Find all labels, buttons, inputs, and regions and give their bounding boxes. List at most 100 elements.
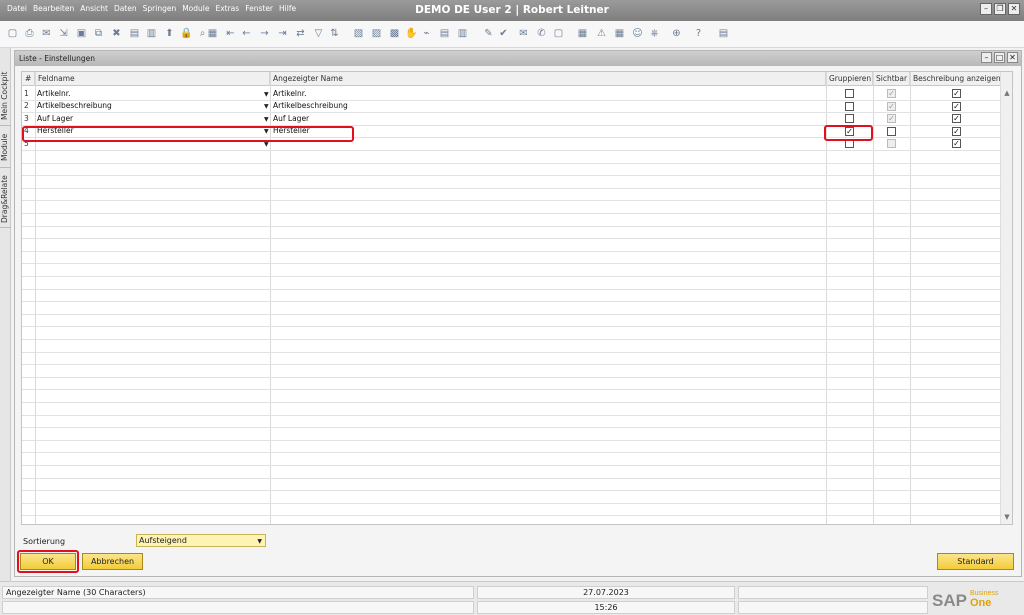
page-icon[interactable]: ▥ (145, 27, 158, 40)
group-checkbox[interactable] (845, 101, 854, 111)
row-number: 1 (24, 88, 29, 98)
row-divider (22, 452, 1002, 454)
calendar-icon[interactable]: ▦ (576, 27, 589, 40)
target-document-icon[interactable]: ▨ (370, 27, 383, 40)
close-icon[interactable]: ✕ (1008, 3, 1020, 15)
document-icon[interactable]: ▤ (128, 27, 141, 40)
visible-checkbox: ✓ (887, 89, 896, 98)
col-header-display[interactable]: Angezeigter Name (270, 72, 826, 86)
row-divider (22, 351, 1002, 353)
up-arrow-icon[interactable]: ⬆ (163, 27, 176, 40)
save-icon[interactable]: ▣ (75, 27, 88, 40)
visible-checkbox[interactable] (887, 126, 896, 136)
new-document-icon[interactable]: ▢ (6, 27, 19, 40)
alert-icon[interactable]: ⚠ (595, 27, 608, 40)
row-number: 2 (24, 101, 29, 111)
sort-label: Sortierung (23, 537, 66, 546)
message-icon[interactable]: ✉ (517, 27, 530, 40)
chart-icon[interactable]: ⌁ (420, 27, 433, 40)
description-checkbox[interactable]: ✓ (952, 89, 961, 98)
copy-icon[interactable]: ⧉ (92, 27, 105, 40)
description-checkbox[interactable]: ✓ (952, 101, 961, 111)
cancel-button[interactable]: Abbrechen (82, 553, 143, 570)
chevron-down-icon[interactable]: ▼ (264, 91, 269, 98)
form-settings-icon[interactable]: ▤ (717, 27, 730, 40)
settings-grid-icon[interactable]: ▦ (613, 27, 626, 40)
chevron-down-icon[interactable]: ▼ (264, 103, 269, 110)
web-icon[interactable]: ⊕ (670, 27, 683, 40)
sort-select[interactable]: Aufsteigend ▼ (136, 534, 266, 547)
field-name-cell[interactable]: Artikelbeschreibung (37, 100, 112, 112)
display-name-cell[interactable]: Auf Lager (273, 113, 309, 125)
previous-record-icon[interactable]: ← (240, 27, 253, 40)
col-header-field[interactable]: Feldname (35, 72, 270, 86)
scroll-down-icon[interactable]: ▼ (1002, 512, 1012, 522)
gross-profit-icon[interactable]: ▩ (388, 27, 401, 40)
restore-icon[interactable]: ❐ (994, 3, 1006, 15)
side-tab-cockpit[interactable]: Mein Cockpit (0, 66, 11, 126)
scroll-up-icon[interactable]: ▲ (1002, 88, 1012, 98)
group-checkbox[interactable] (845, 89, 854, 98)
minimize-icon[interactable]: – (981, 52, 992, 63)
row-divider (22, 288, 1002, 290)
export-icon[interactable]: ⇲ (57, 27, 70, 40)
minimize-icon[interactable]: – (980, 3, 992, 15)
org-icon[interactable]: ⎈ (648, 27, 661, 40)
hand-icon[interactable]: ✋ (405, 27, 418, 40)
row-divider (22, 313, 1002, 315)
row-divider (22, 250, 1002, 252)
sort-icon[interactable]: ⇅ (328, 27, 341, 40)
row-divider (22, 99, 1002, 101)
side-tab-drag-relate[interactable]: Drag&Relate (0, 172, 11, 228)
row-divider (22, 301, 1002, 303)
field-name-cell[interactable]: Artikelnr. (37, 88, 71, 100)
highlight-group-checkbox (824, 125, 873, 141)
chevron-down-icon: ▼ (257, 538, 262, 545)
display-name-cell[interactable]: Artikelnr. (273, 88, 307, 100)
row-divider (22, 150, 1002, 151)
sort-value: Aufsteigend (139, 536, 187, 545)
close-icon[interactable]: ✕ (1007, 52, 1018, 63)
status-date: 27.07.2023 (477, 586, 735, 599)
row-divider (22, 376, 1002, 378)
box-icon[interactable]: ▢ (552, 27, 565, 40)
edit-icon[interactable]: ✎ (482, 27, 495, 40)
lock-icon[interactable]: 🔒 (180, 27, 193, 40)
chevron-down-icon[interactable]: ▼ (264, 116, 269, 123)
vertical-scrollbar[interactable]: ▲ ▼ (1000, 72, 1012, 524)
row-divider (22, 502, 1002, 504)
side-tab-module[interactable]: Module (0, 128, 11, 168)
description-checkbox[interactable]: ✓ (952, 114, 961, 124)
col-header-desc[interactable]: Beschreibung anzeigen (910, 72, 1002, 86)
report-icon[interactable]: ▤ (438, 27, 451, 40)
col-header-group[interactable]: Gruppieren (826, 72, 873, 86)
last-record-icon[interactable]: ⇥ (276, 27, 289, 40)
user-icon[interactable]: ☺ (631, 27, 644, 40)
document-check-icon[interactable]: ✔ (497, 27, 510, 40)
print-icon[interactable]: ⎙ (23, 27, 36, 40)
status-field-empty-3 (738, 601, 928, 614)
col-header-visible[interactable]: Sichtbar (873, 72, 910, 86)
row-divider (22, 439, 1002, 441)
filter-icon[interactable]: ▽ (312, 27, 325, 40)
next-record-icon[interactable]: → (258, 27, 271, 40)
description-checkbox[interactable]: ✓ (952, 139, 961, 149)
group-checkbox[interactable] (845, 114, 854, 124)
col-header-num: # (22, 72, 35, 86)
excel-icon[interactable]: ✖ (110, 27, 123, 40)
help-icon[interactable]: ? (692, 27, 705, 40)
chat-icon[interactable]: ✆ (535, 27, 548, 40)
base-document-icon[interactable]: ▧ (352, 27, 365, 40)
refresh-icon[interactable]: ⇄ (294, 27, 307, 40)
description-checkbox[interactable]: ✓ (952, 126, 961, 136)
maximize-icon[interactable]: □ (994, 52, 1005, 63)
sap-business-one-logo: SAP Business One (932, 590, 999, 610)
display-name-cell[interactable]: Artikelbeschreibung (273, 100, 348, 112)
visible-checkbox: ✓ (887, 114, 896, 124)
page2-icon[interactable]: ▦ (206, 27, 219, 40)
field-name-cell[interactable]: Auf Lager (37, 113, 73, 125)
standard-button[interactable]: Standard (937, 553, 1014, 570)
mail-icon[interactable]: ✉ (40, 27, 53, 40)
first-record-icon[interactable]: ⇤ (224, 27, 237, 40)
layout-icon[interactable]: ▥ (456, 27, 469, 40)
